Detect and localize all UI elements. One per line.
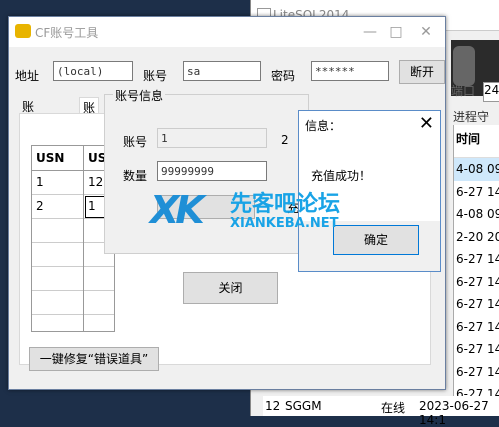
maximize-icon[interactable]: □ <box>385 21 407 43</box>
port-label: 端口 <box>451 84 476 98</box>
table-row[interactable]: 4-08 09:1 <box>454 158 499 181</box>
table-row[interactable]: 2-20 20:4 <box>454 226 499 249</box>
row-name: SGGM <box>285 399 322 413</box>
table-row[interactable]: 6-27 14:1 <box>454 293 499 316</box>
info-account-input[interactable]: 1 <box>157 128 267 148</box>
table-row[interactable]: 6-27 14:1 <box>454 316 499 339</box>
session-table: 时间 4-08 09:1 6-27 14:1 4-08 09:1 2-20 20… <box>453 125 499 416</box>
row-time: 2023-06-27 14:1 <box>419 399 489 427</box>
password-label: 密码 <box>271 69 296 83</box>
table-row[interactable]: 6-27 14:1 <box>454 271 499 294</box>
account-label: 账号 <box>143 69 168 83</box>
watermark-cn-text: 先客吧论坛 <box>230 192 341 217</box>
grid-cell-empty <box>84 267 114 291</box>
cf-app-icon <box>15 24 31 38</box>
cf-titlebar: CF账号工具 — □ ✕ <box>9 17 445 47</box>
time-column-header: 时间 <box>454 125 499 158</box>
repair-items-button[interactable]: 一键修复“错误道具” <box>29 347 159 371</box>
watermark: XK 先客吧论坛 XIANKEBA.NET <box>150 182 360 240</box>
quantity-input[interactable]: 99999999 <box>157 161 267 181</box>
info-account-label: 账号 <box>123 135 148 149</box>
table-row[interactable]: 6-27 14:1 <box>454 248 499 271</box>
watermark-en-text: XIANKEBA.NET <box>230 216 339 231</box>
row-status: 在线 <box>381 401 406 415</box>
port-input[interactable]: 24 <box>483 82 499 102</box>
password-input[interactable]: ****** <box>311 61 389 81</box>
table-row[interactable]: 4-08 09:1 <box>454 203 499 226</box>
table-row[interactable]: 6-27 14:1 <box>454 361 499 384</box>
dialog-close-icon[interactable]: ✕ <box>419 113 434 134</box>
grid-cell-empty <box>84 291 114 315</box>
address-input[interactable]: (local) <box>53 61 133 81</box>
disconnect-button[interactable]: 断开 <box>399 60 445 84</box>
message-titlebar: 信息： ✕ <box>299 111 440 139</box>
quantity-label: 数量 <box>123 169 148 183</box>
table-row-bottom[interactable]: 12 SGGM 在线 2023-06-27 14:1 <box>263 396 499 427</box>
address-label: 地址 <box>15 69 40 83</box>
row-id: 12 <box>265 399 281 413</box>
account-info-legend: 账号信息 <box>113 87 166 104</box>
cf-window-title: CF账号工具 <box>35 26 99 40</box>
account-input[interactable]: sa <box>183 61 261 81</box>
message-title: 信息： <box>305 119 342 133</box>
table-row[interactable]: 6-27 14:1 <box>454 338 499 361</box>
watermark-logo: XK <box>150 188 205 232</box>
table-row[interactable]: 6-27 14:1 <box>454 181 499 204</box>
close-icon[interactable]: ✕ <box>415 21 437 43</box>
info-side-value: 2 <box>281 133 289 147</box>
close-button[interactable]: 关闭 <box>183 272 278 304</box>
minimize-icon[interactable]: — <box>359 21 381 43</box>
